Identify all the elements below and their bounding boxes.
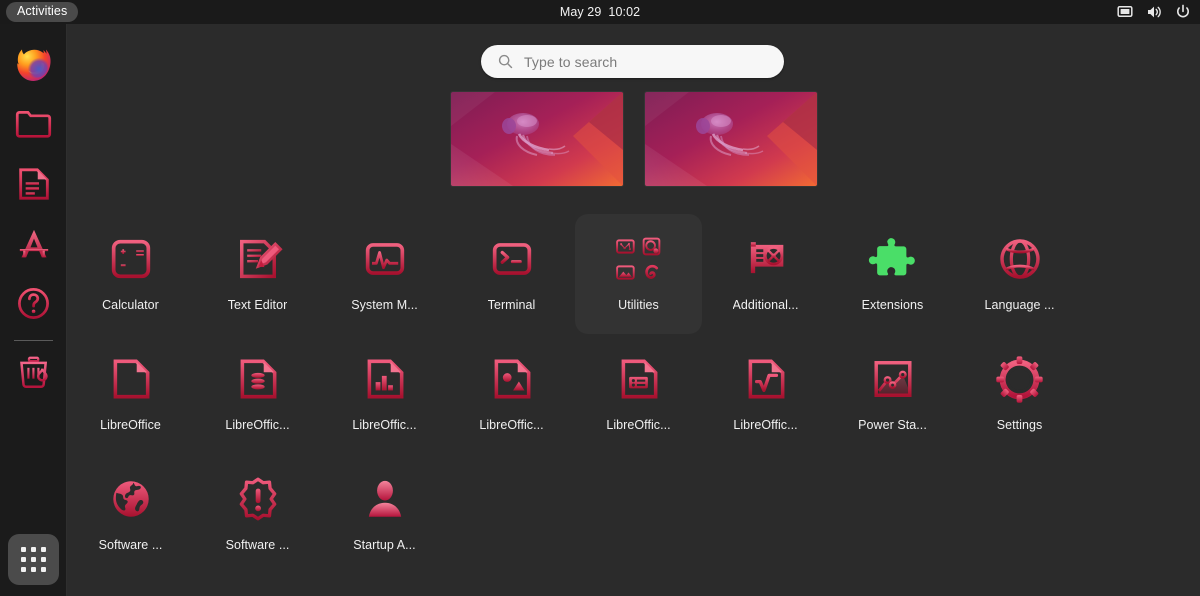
trash-icon xyxy=(14,352,54,392)
mini-icon-image-viewer xyxy=(615,261,637,283)
app-startup-applications[interactable]: Startup A... xyxy=(321,454,448,574)
app-folder-utilities[interactable]: Utilities xyxy=(575,214,702,334)
app-label: Software ... xyxy=(99,538,163,552)
app-label: Calculator xyxy=(102,298,159,312)
display-icon[interactable] xyxy=(1117,4,1133,20)
app-libreoffice-calc[interactable]: LibreOffic... xyxy=(321,334,448,454)
app-label: Power Sta... xyxy=(858,418,927,432)
dock-item-firefox[interactable] xyxy=(8,38,59,89)
software-updates-icon xyxy=(103,471,159,527)
app-label: LibreOffic... xyxy=(733,418,797,432)
app-label: Additional... xyxy=(733,298,799,312)
app-settings[interactable]: Settings xyxy=(956,334,1083,454)
power-statistics-icon xyxy=(865,351,921,407)
settings-gear-icon xyxy=(992,351,1048,407)
app-label: LibreOffic... xyxy=(479,418,543,432)
workspace-thumbnail-2[interactable] xyxy=(645,92,817,186)
application-grid: Calculator Text Editor xyxy=(67,214,1200,574)
dock-item-fonts[interactable] xyxy=(8,218,59,269)
volume-icon[interactable] xyxy=(1146,4,1162,20)
libreoffice-impress-icon xyxy=(611,351,667,407)
app-libreoffice-base[interactable]: LibreOffic... xyxy=(194,334,321,454)
app-extensions[interactable]: Extensions xyxy=(829,214,956,334)
app-label: Software ... xyxy=(226,538,290,552)
libreoffice-base-icon xyxy=(230,351,286,407)
clock-time: 10:02 xyxy=(608,5,640,19)
system-monitor-icon xyxy=(357,231,413,287)
search-icon xyxy=(498,54,513,69)
search-placeholder: Type to search xyxy=(524,54,617,70)
app-language-support[interactable]: Language ... xyxy=(956,214,1083,334)
app-row: LibreOffice LibreOffic... xyxy=(67,334,1200,454)
terminal-icon xyxy=(484,231,540,287)
mini-icon-evince xyxy=(641,261,663,283)
wallpaper-preview xyxy=(451,92,623,186)
help-question-icon xyxy=(13,283,54,324)
dock-item-files[interactable] xyxy=(8,98,59,149)
show-applications-button[interactable] xyxy=(8,534,59,585)
activities-overview: Type to search xyxy=(67,24,1200,596)
app-terminal[interactable]: Terminal xyxy=(448,214,575,334)
app-label: Terminal xyxy=(488,298,536,312)
clock-button[interactable]: May 29 10:02 xyxy=(0,0,1200,24)
dock-item-libreoffice-writer[interactable] xyxy=(8,158,59,209)
app-label: LibreOffic... xyxy=(606,418,670,432)
search-input[interactable]: Type to search xyxy=(481,45,784,78)
app-label: Text Editor xyxy=(228,298,288,312)
app-grid-icon xyxy=(21,547,46,572)
workspace-thumbnails xyxy=(67,92,1200,186)
libreoffice-start-icon xyxy=(103,351,159,407)
app-label: LibreOffic... xyxy=(225,418,289,432)
app-libreoffice-math[interactable]: LibreOffic... xyxy=(702,334,829,454)
app-calculator[interactable]: Calculator xyxy=(67,214,194,334)
app-system-monitor[interactable]: System M... xyxy=(321,214,448,334)
app-text-editor[interactable]: Text Editor xyxy=(194,214,321,334)
extensions-icon xyxy=(865,231,921,287)
top-bar: Activities May 29 10:02 xyxy=(0,0,1200,24)
dock-item-help[interactable] xyxy=(8,278,59,329)
activities-button[interactable]: Activities xyxy=(6,2,78,22)
app-label: Extensions xyxy=(862,298,924,312)
calculator-icon xyxy=(103,231,159,287)
app-label: Utilities xyxy=(618,298,659,312)
clock-date: May 29 xyxy=(560,5,602,19)
app-libreoffice-impress[interactable]: LibreOffic... xyxy=(575,334,702,454)
libreoffice-math-icon xyxy=(738,351,794,407)
app-label: Startup A... xyxy=(353,538,415,552)
power-icon[interactable] xyxy=(1175,4,1191,20)
libreoffice-draw-icon xyxy=(484,351,540,407)
folder-icon xyxy=(13,103,54,144)
wallpaper-preview xyxy=(645,92,817,186)
mini-icon-disks xyxy=(641,235,663,257)
text-editor-icon xyxy=(230,231,286,287)
app-label: Settings xyxy=(997,418,1043,432)
firefox-icon xyxy=(12,42,55,85)
app-label: LibreOffic... xyxy=(352,418,416,432)
startup-apps-icon xyxy=(357,471,413,527)
app-software-updater[interactable]: Software ... xyxy=(194,454,321,574)
libreoffice-writer-icon xyxy=(14,164,54,204)
language-support-icon xyxy=(992,231,1048,287)
app-additional-drivers[interactable]: Additional... xyxy=(702,214,829,334)
software-updater-icon xyxy=(230,471,286,527)
app-row: Software ... Software ... xyxy=(67,454,1200,574)
mini-icon-screenshot xyxy=(615,235,637,257)
app-label: Language ... xyxy=(984,298,1054,312)
workspace-thumbnail-1[interactable] xyxy=(451,92,623,186)
font-a-icon xyxy=(14,224,54,264)
app-software-updates[interactable]: Software ... xyxy=(67,454,194,574)
app-libreoffice-draw[interactable]: LibreOffic... xyxy=(448,334,575,454)
system-tray xyxy=(1117,0,1191,24)
dock xyxy=(0,24,67,596)
libreoffice-calc-icon xyxy=(357,351,413,407)
dock-item-trash[interactable] xyxy=(8,346,59,397)
app-power-statistics[interactable]: Power Sta... xyxy=(829,334,956,454)
dock-separator xyxy=(14,340,53,341)
app-row: Calculator Text Editor xyxy=(67,214,1200,334)
app-libreoffice-start-center[interactable]: LibreOffice xyxy=(67,334,194,454)
utilities-folder-icon xyxy=(611,231,667,287)
app-label: System M... xyxy=(351,298,418,312)
app-label: LibreOffice xyxy=(100,418,161,432)
additional-drivers-icon xyxy=(738,231,794,287)
